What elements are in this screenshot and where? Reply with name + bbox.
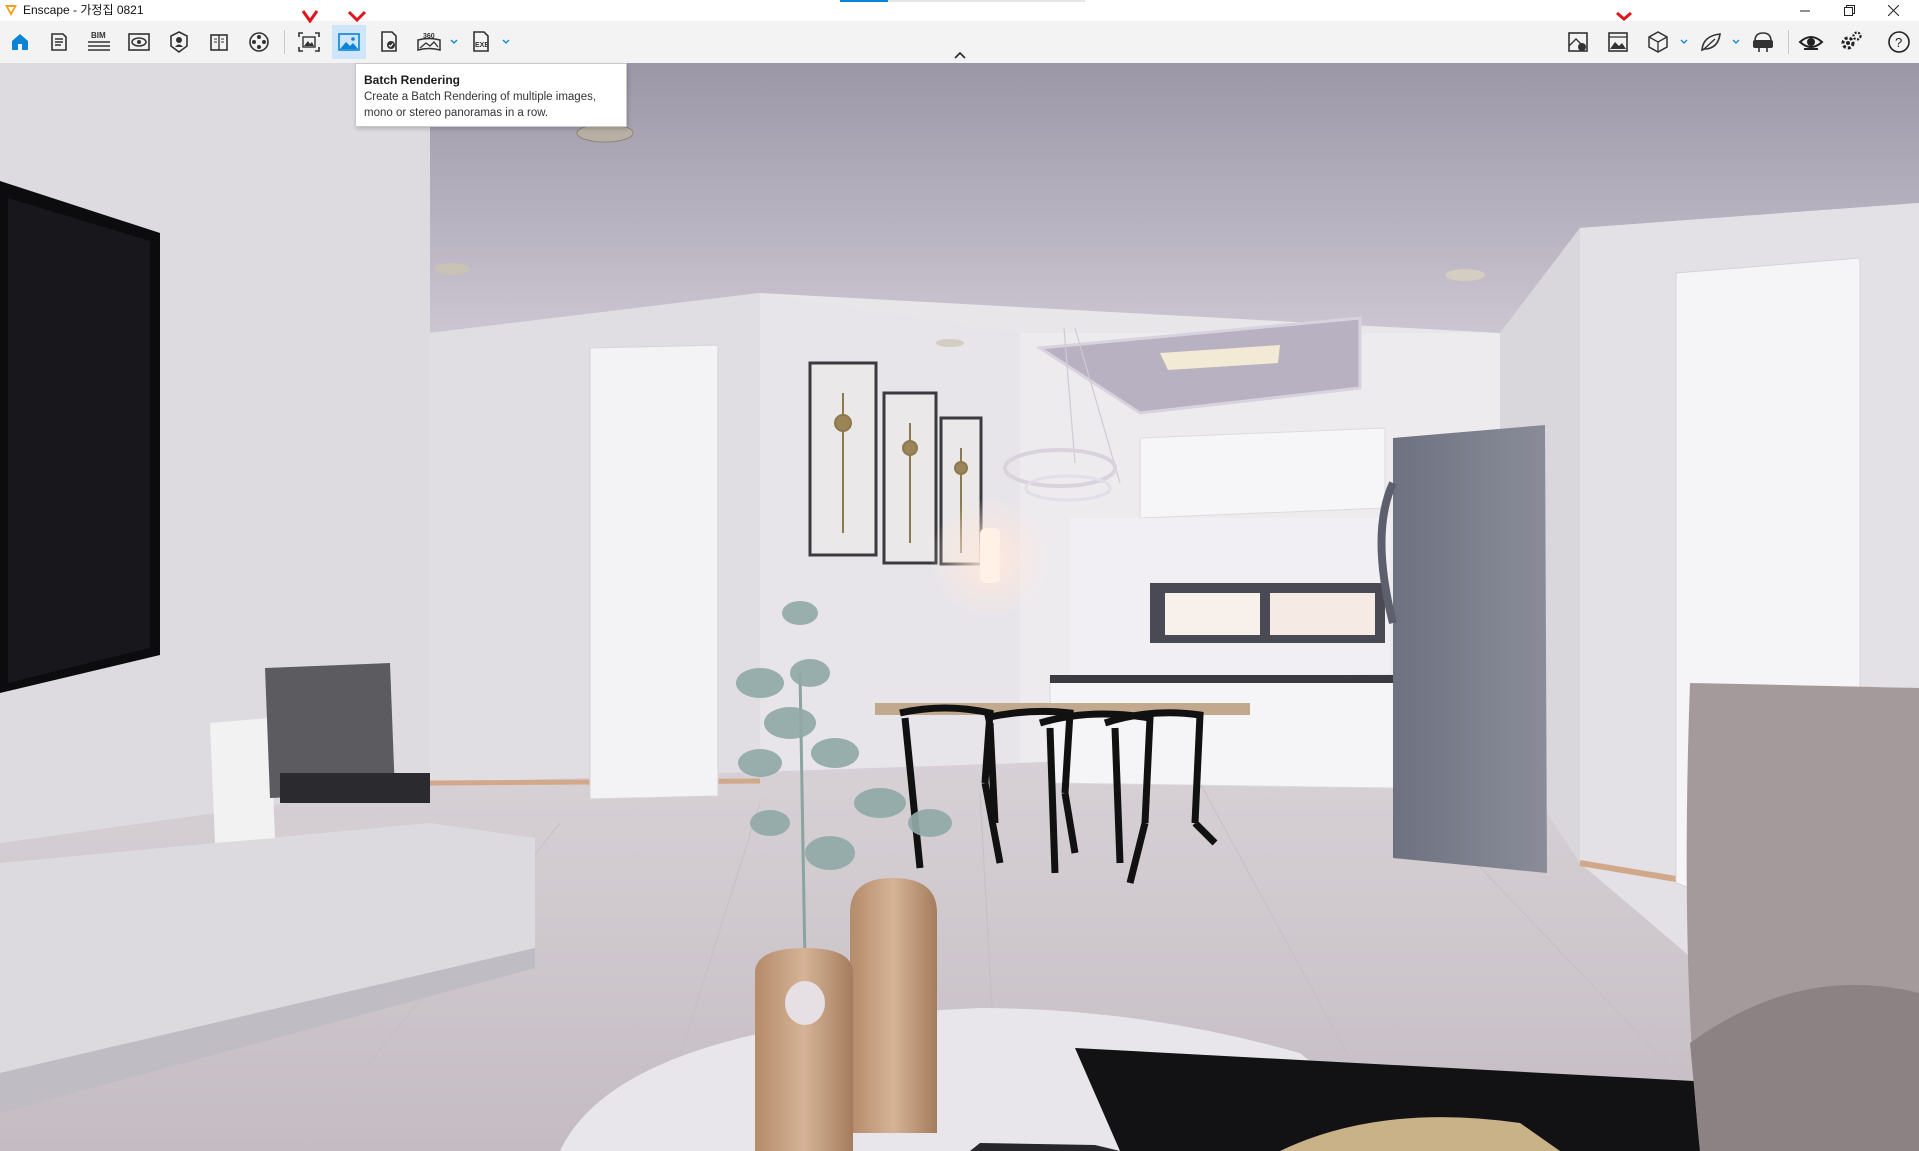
home-button[interactable] (3, 25, 37, 59)
svg-text:BIM: BIM (91, 31, 106, 40)
document-icon (51, 33, 67, 51)
close-icon (1887, 5, 1899, 16)
atmosphere-button[interactable] (1694, 25, 1728, 59)
sketch-icon (1568, 32, 1588, 52)
film-reel-icon (249, 32, 269, 52)
bim-button[interactable]: BIM (82, 25, 116, 59)
visibility-button[interactable] (1794, 25, 1828, 59)
tooltip-title: Batch Rendering (364, 73, 461, 87)
gallery-icon (1608, 32, 1628, 52)
progress-indicator (840, 0, 888, 2)
screenshot-icon (298, 32, 320, 52)
toolbar-separator (1788, 30, 1789, 54)
panorama-button[interactable]: 360 (412, 25, 446, 59)
eye-icon (128, 33, 150, 51)
leaf-icon (1701, 33, 1721, 52)
tooltip-description: Create a Batch Rendering of multiple ima… (364, 91, 597, 119)
view-mode-button[interactable] (1641, 25, 1675, 59)
batch-rendering-button[interactable] (332, 25, 366, 59)
annotation-check-mark-icon (1616, 11, 1632, 21)
close-button[interactable] (1870, 0, 1916, 21)
asset-library-icon (170, 31, 188, 53)
vr-headset-icon (1753, 32, 1773, 52)
batch-rendering-tooltip: Batch Rendering Create a Batch Rendering… (355, 63, 627, 127)
help-button[interactable]: ? (1882, 25, 1916, 59)
annotation-check-mark-icon (347, 10, 367, 23)
enscape-logo-icon (5, 5, 17, 16)
svg-text:EXE: EXE (475, 42, 489, 49)
render-viewport[interactable] (0, 63, 1919, 1151)
render-gallery-button[interactable] (1601, 25, 1635, 59)
home-icon (12, 34, 28, 50)
render-export-button[interactable] (372, 25, 406, 59)
exe-icon: EXE (473, 31, 489, 52)
book-icon (210, 34, 228, 51)
exe-export-button[interactable]: EXE (464, 25, 498, 59)
panorama-dropdown-chevron-icon[interactable] (449, 37, 459, 47)
window-title: Enscape - 가정집 0821 (23, 3, 144, 17)
atmosphere-dropdown-chevron-icon[interactable] (1731, 37, 1741, 47)
help-icon: ? (1888, 31, 1910, 53)
toolbar-separator (284, 30, 285, 54)
cube-icon (1648, 31, 1668, 53)
restore-icon (1843, 5, 1855, 16)
collapse-toolbar-chevron-icon[interactable] (951, 50, 969, 62)
exe-dropdown-chevron-icon[interactable] (501, 37, 511, 47)
gear-icon (1841, 31, 1862, 50)
asset-library-button[interactable] (162, 25, 196, 59)
annotation-check-mark-icon (301, 10, 319, 23)
panorama-icon: 360 (417, 33, 441, 51)
views-button[interactable] (122, 25, 156, 59)
eye-icon (1798, 36, 1824, 50)
project-info-button[interactable] (42, 25, 76, 59)
settings-button[interactable] (1834, 25, 1868, 59)
interior-render-scene (0, 63, 1919, 1151)
bim-icon: BIM (88, 31, 110, 51)
render-doc-icon (381, 31, 397, 52)
view-mode-dropdown-chevron-icon[interactable] (1679, 37, 1689, 47)
restore-button[interactable] (1826, 0, 1872, 21)
minimize-button[interactable] (1782, 0, 1828, 21)
screenshot-button[interactable] (292, 25, 326, 59)
svg-text:?: ? (1895, 35, 1902, 50)
vr-headset-button[interactable] (1746, 25, 1780, 59)
minimize-icon (1800, 10, 1810, 11)
material-editor-button[interactable] (202, 25, 236, 59)
sketch-mode-button[interactable] (1561, 25, 1595, 59)
image-icon (338, 33, 360, 51)
video-editor-button[interactable] (242, 25, 276, 59)
